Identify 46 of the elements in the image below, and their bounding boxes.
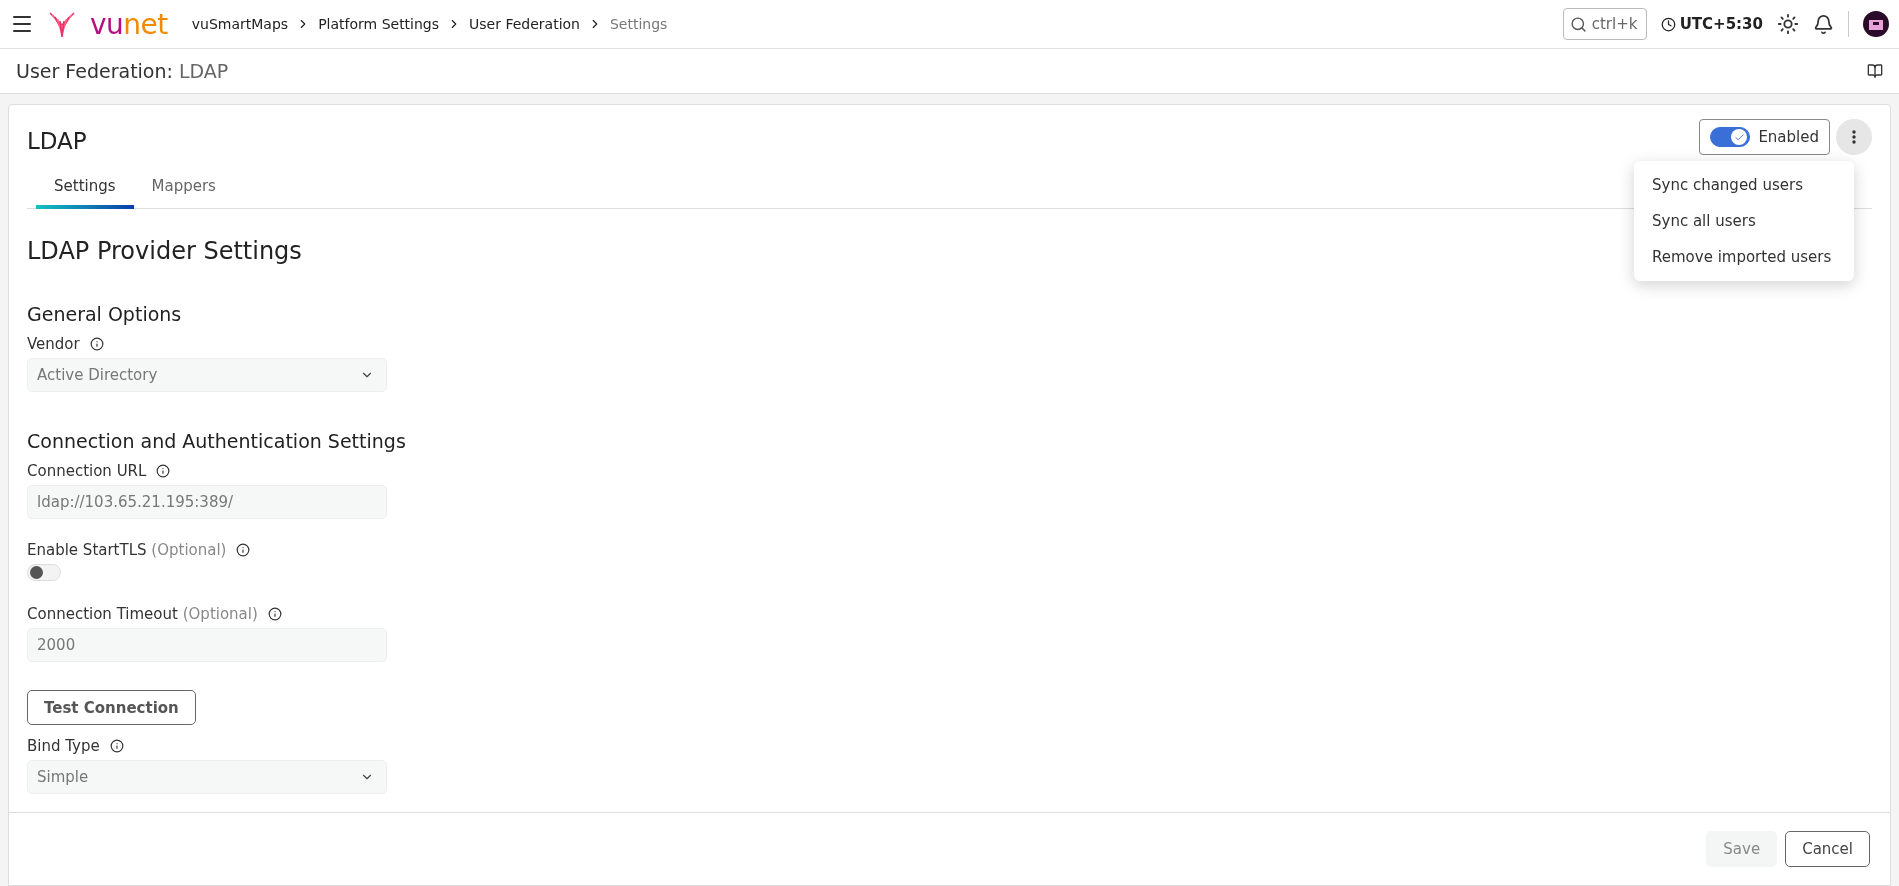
breadcrumb-link[interactable]: Settings	[610, 16, 668, 32]
bell-icon[interactable]	[1813, 13, 1834, 35]
search-icon	[1569, 16, 1587, 33]
breadcrumb-link[interactable]: Platform Settings	[318, 16, 440, 32]
section-heading: LDAP Provider Settings	[27, 237, 302, 265]
cancel-button[interactable]: Cancel	[1785, 831, 1870, 867]
logo-wordmark: vunet	[90, 7, 168, 41]
enabled-toggle[interactable]: Enabled	[1699, 119, 1830, 155]
clock-icon	[1660, 16, 1676, 32]
more-options-button[interactable]	[1836, 119, 1872, 155]
avatar[interactable]	[1863, 11, 1889, 37]
menu-item[interactable]: Sync all users	[1634, 203, 1854, 239]
info-icon	[267, 607, 282, 621]
breadcrumb-link[interactable]: vuSmartMaps	[191, 16, 289, 32]
kebab-icon	[1852, 130, 1856, 144]
sun-icon[interactable]	[1777, 13, 1799, 35]
test-connection-button[interactable]: Test Connection	[27, 690, 196, 725]
info-icon	[89, 337, 104, 351]
field-label: Enable StartTLS (Optional)	[27, 541, 227, 559]
page-title-value: LDAP	[178, 60, 229, 82]
tab[interactable]: Settings	[36, 169, 134, 209]
page-title: User Federation:	[16, 60, 173, 82]
logo-icon	[48, 9, 76, 39]
info-icon	[236, 543, 251, 557]
field-label: Connection Timeout (Optional)	[27, 605, 258, 623]
select-field[interactable]: Simple	[27, 760, 387, 794]
timezone-label[interactable]: UTC+5:30	[1679, 15, 1763, 33]
book-icon[interactable]	[1867, 63, 1883, 79]
info-icon	[156, 464, 171, 478]
menu-item[interactable]: Sync changed users	[1634, 167, 1854, 203]
tab[interactable]: Mappers	[133, 169, 234, 209]
section-title: General Options	[27, 303, 183, 325]
check-icon	[1733, 131, 1745, 143]
menu-item[interactable]: Remove imported users	[1634, 239, 1854, 275]
info-icon	[109, 739, 124, 753]
select-field[interactable]: Active Directory	[27, 358, 387, 392]
search-field[interactable]: ctrl+k	[1562, 8, 1647, 40]
section-title: Connection and Authentication Settings	[27, 430, 407, 452]
input-field[interactable]: ldap://103.65.21.195:389/	[27, 485, 387, 519]
field-label: Connection URL	[27, 462, 147, 480]
input-field[interactable]: 2000	[27, 628, 387, 662]
field-label: Vendor	[27, 335, 80, 353]
card-title: LDAP	[27, 127, 87, 154]
toggle-switch[interactable]	[1710, 127, 1751, 147]
field-label: Bind Type	[27, 737, 100, 755]
breadcrumb-link[interactable]: User Federation	[469, 16, 580, 32]
